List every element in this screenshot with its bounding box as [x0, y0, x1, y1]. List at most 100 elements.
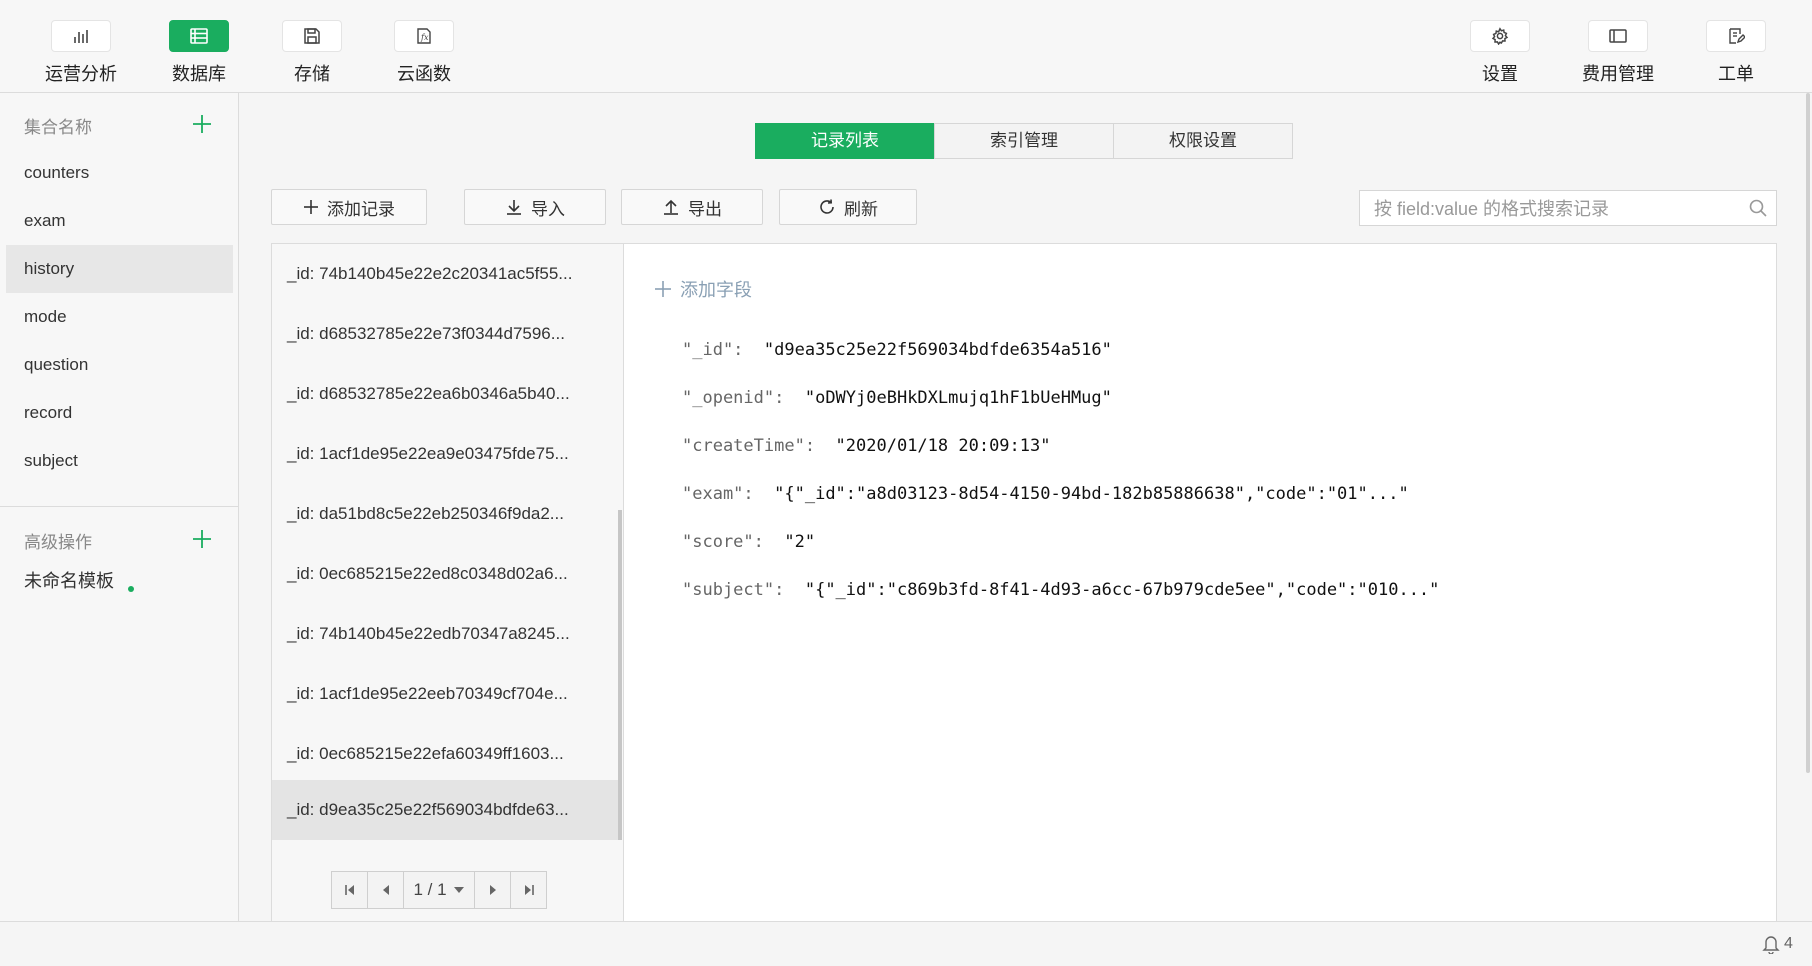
toolbar-database-button[interactable]: 数据库	[144, 18, 254, 88]
tab-bar: 记录列表 索引管理 权限设置	[755, 123, 1293, 159]
database-icon	[169, 20, 229, 52]
collections-heading: 集合名称	[24, 118, 92, 137]
advanced-heading: 高级操作	[24, 533, 92, 552]
first-page-button[interactable]	[332, 872, 368, 908]
notifications-button[interactable]: 4	[1762, 934, 1793, 954]
toolbar-settings-label: 设置	[1482, 64, 1518, 84]
prev-page-button[interactable]	[368, 872, 404, 908]
record-item[interactable]: _id: 74b140b45e22e2c20341ac5f55...	[272, 244, 618, 304]
collection-item[interactable]: record	[6, 389, 233, 437]
toolbar-storage-label: 存储	[294, 64, 330, 84]
field-key: "createTime":	[682, 436, 816, 456]
record-item[interactable]: _id: d68532785e22ea6b0346a5b40...	[272, 364, 618, 424]
save-icon	[282, 20, 342, 52]
add-advanced-button[interactable]	[190, 527, 214, 551]
first-page-icon	[344, 885, 354, 895]
field-row[interactable]: "createTime": "2020/01/18 20:09:13"	[682, 436, 1050, 456]
field-value: "2"	[784, 532, 816, 552]
record-item[interactable]: _id: 1acf1de95e22ea9e03475fde75...	[272, 424, 618, 484]
tab-record-list[interactable]: 记录列表	[755, 123, 935, 159]
record-item[interactable]: _id: da51bd8c5e22eb250346f9da2...	[272, 484, 618, 544]
plus-icon	[193, 115, 211, 133]
search-icon[interactable]	[1748, 198, 1768, 218]
record-item[interactable]: _id: 74b140b45e22edb70347a8245...	[272, 604, 618, 664]
field-value: "{"_id":"a8d03123-8d54-4150-94bd-182b858…	[774, 484, 1409, 504]
tab-permissions[interactable]: 权限设置	[1113, 123, 1293, 159]
ticket-icon	[1706, 20, 1766, 52]
import-button[interactable]: 导入	[464, 189, 606, 225]
record-item[interactable]: _id: 0ec685215e22ed8c0348d02a6...	[272, 544, 618, 604]
toolbar-analytics-button[interactable]: 运营分析	[26, 18, 136, 88]
record-list: _id: 74b140b45e22e2c20341ac5f55... _id: …	[272, 244, 624, 840]
page-selector[interactable]: 1 / 1	[404, 872, 475, 908]
field-key: "_openid":	[682, 388, 785, 408]
upload-icon	[664, 199, 678, 215]
collection-item[interactable]: question	[6, 341, 233, 389]
search-input[interactable]	[1372, 191, 1736, 227]
refresh-button[interactable]: 刷新	[779, 189, 917, 225]
billing-icon	[1588, 20, 1648, 52]
collection-item[interactable]: mode	[6, 293, 233, 341]
field-key: "score":	[682, 532, 764, 552]
notification-count: 4	[1784, 935, 1793, 952]
field-row[interactable]: "exam": "{"_id":"a8d03123-8d54-4150-94bd…	[682, 484, 1409, 504]
toolbar-ticket-button[interactable]: 工单	[1681, 18, 1791, 88]
gear-icon	[1470, 20, 1530, 52]
function-icon: fx	[394, 20, 454, 52]
collection-item[interactable]: exam	[6, 197, 233, 245]
toolbar-analytics-label: 运营分析	[45, 64, 117, 84]
field-row[interactable]: "_openid": "oDWYj0eBHkDXLmujq1hF1bUeHMug…	[682, 388, 1112, 408]
field-key: "_id":	[682, 340, 744, 360]
last-page-icon	[524, 885, 534, 895]
main-area: 记录列表 索引管理 权限设置 添加记录 导入 导出 刷新 _id: 74b140…	[239, 93, 1812, 924]
toolbar-cloudfunction-button[interactable]: fx 云函数	[369, 18, 479, 88]
records-panel: _id: 74b140b45e22e2c20341ac5f55... _id: …	[271, 243, 1777, 924]
collection-item[interactable]: subject	[6, 437, 233, 485]
add-field-button[interactable]: 添加字段	[654, 276, 752, 302]
add-record-label: 添加记录	[327, 199, 395, 219]
page-number: 1 / 1	[413, 880, 447, 899]
collection-item-selected[interactable]: history	[6, 245, 233, 293]
bell-icon	[1762, 936, 1780, 954]
record-list-scrollbar[interactable]	[618, 510, 622, 840]
toolbar-settings-button[interactable]: 设置	[1445, 18, 1555, 88]
add-field-label: 添加字段	[680, 280, 752, 300]
field-row[interactable]: "subject": "{"_id":"c869b3fd-8f41-4d93-a…	[682, 580, 1439, 600]
collection-item[interactable]: counters	[6, 149, 233, 197]
refresh-label: 刷新	[844, 199, 878, 219]
next-page-button[interactable]	[475, 872, 511, 908]
plus-icon	[193, 530, 211, 548]
refresh-icon	[820, 199, 834, 214]
tab-index-management[interactable]: 索引管理	[934, 123, 1114, 159]
plus-icon	[304, 200, 318, 214]
toolbar-cloudfunction-label: 云函数	[397, 64, 451, 84]
prev-page-icon	[382, 885, 389, 895]
export-label: 导出	[688, 199, 722, 219]
svg-text:fx: fx	[420, 33, 429, 42]
record-item[interactable]: _id: d68532785e22e73f0344d7596...	[272, 304, 618, 364]
bar-chart-icon	[51, 20, 111, 52]
toolbar-storage-button[interactable]: 存储	[257, 18, 367, 88]
status-bar: 4	[0, 921, 1812, 966]
record-item[interactable]: _id: 1acf1de95e22eeb70349cf704e...	[272, 664, 618, 724]
export-button[interactable]: 导出	[621, 189, 763, 225]
record-detail: 添加字段 "_id": "d9ea35c25e22f569034bdfde635…	[624, 244, 1776, 922]
field-value: "d9ea35c25e22f569034bdfde6354a516"	[763, 340, 1112, 360]
import-label: 导入	[531, 199, 565, 219]
download-icon	[507, 200, 521, 215]
last-page-button[interactable]	[511, 872, 546, 908]
add-collection-button[interactable]	[190, 112, 214, 136]
record-item-selected[interactable]: _id: d9ea35c25e22f569034bdfde63...	[272, 780, 618, 840]
window-scrollbar[interactable]	[1806, 93, 1810, 773]
field-row[interactable]: "_id": "d9ea35c25e22f569034bdfde6354a516…	[682, 340, 1112, 360]
field-value: "{"_id":"c869b3fd-8f41-4d93-a6cc-67b979c…	[804, 580, 1440, 600]
pagination-area: 1 / 1	[272, 840, 624, 924]
toolbar-database-label: 数据库	[172, 64, 226, 84]
add-record-button[interactable]: 添加记录	[271, 189, 427, 225]
toolbar-billing-label: 费用管理	[1582, 64, 1654, 84]
field-row[interactable]: "score": "2"	[682, 532, 815, 552]
record-item[interactable]: _id: 0ec685215e22efa60349ff1603...	[272, 724, 618, 784]
toolbar-ticket-label: 工单	[1718, 64, 1754, 84]
template-item[interactable]: 未命名模板	[24, 567, 114, 593]
toolbar-billing-button[interactable]: 费用管理	[1563, 18, 1673, 88]
